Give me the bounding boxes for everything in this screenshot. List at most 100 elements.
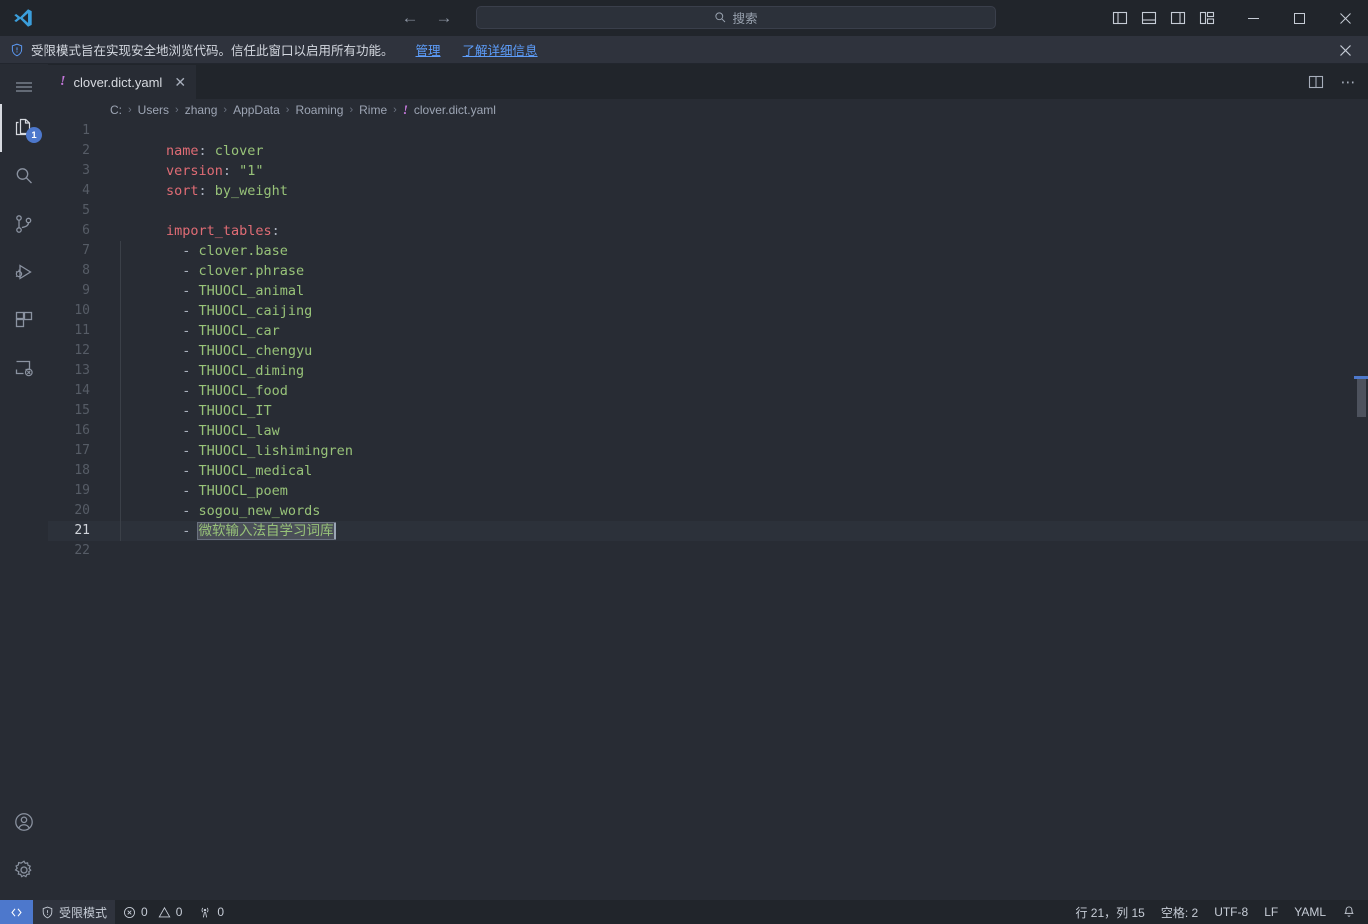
sidebar-item-extensions[interactable]: [0, 296, 48, 344]
forward-button[interactable]: →: [434, 8, 454, 28]
code-editor[interactable]: 1 2name: clover3version: "1"4sort: by_we…: [48, 121, 1368, 900]
code-line[interactable]: 11 - THUOCL_car: [48, 321, 1368, 341]
breadcrumb-item-file[interactable]: clover.dict.yaml: [414, 103, 496, 117]
line-number: 22: [48, 541, 112, 561]
yaml-list-item: THUOCL_caijing: [199, 303, 313, 319]
yaml-list-item: clover.phrase: [199, 263, 305, 279]
toggle-panel-button[interactable]: [1140, 9, 1158, 27]
sidebar-item-run-and-debug[interactable]: [0, 248, 48, 296]
yaml-dash: -: [166, 263, 199, 279]
encoding-status[interactable]: UTF-8: [1206, 900, 1256, 924]
indent-guide: [120, 241, 121, 261]
code-line[interactable]: 16 - THUOCL_law: [48, 421, 1368, 441]
accounts-button[interactable]: [0, 798, 48, 846]
yaml-list-item: clover.base: [199, 243, 288, 259]
breadcrumb-item-2[interactable]: zhang: [185, 103, 218, 117]
indent-guide: [120, 341, 121, 361]
toggle-primary-sidebar-button[interactable]: [1111, 9, 1129, 27]
vscode-logo-icon: [0, 7, 46, 29]
problems-status[interactable]: 0 0: [115, 900, 190, 924]
code-line[interactable]: 19 - THUOCL_poem: [48, 481, 1368, 501]
error-icon: [123, 906, 136, 919]
breadcrumb-item-1[interactable]: Users: [138, 103, 169, 117]
code-line[interactable]: 3version: "1": [48, 161, 1368, 181]
banner-learn-more-link[interactable]: 了解详细信息: [463, 40, 538, 59]
breadcrumb-item-0[interactable]: C:: [110, 103, 122, 117]
code-line[interactable]: 20 - sogou_new_words: [48, 501, 1368, 521]
window-close-button[interactable]: [1322, 0, 1368, 36]
indent-guide: [120, 481, 121, 501]
code-line[interactable]: 22: [48, 541, 1368, 561]
window-maximize-button[interactable]: [1276, 0, 1322, 36]
breadcrumb-item-3[interactable]: AppData: [233, 103, 280, 117]
hamburger-menu-icon[interactable]: [0, 70, 48, 104]
code-line[interactable]: 6import_tables:: [48, 221, 1368, 241]
line-number: 6: [48, 221, 112, 241]
split-editor-icon[interactable]: [1302, 68, 1330, 96]
editor-scrollbar[interactable]: [1354, 121, 1368, 900]
line-content: - THUOCL_medical: [112, 461, 312, 481]
language-mode-status[interactable]: YAML: [1286, 900, 1334, 924]
code-line[interactable]: 8 - clover.phrase: [48, 261, 1368, 281]
sidebar-item-remote-explorer[interactable]: [0, 344, 48, 392]
code-line[interactable]: 5: [48, 201, 1368, 221]
code-line[interactable]: 14 - THUOCL_food: [48, 381, 1368, 401]
line-content: - 微软输入法自学习词库: [112, 521, 334, 541]
code-line[interactable]: 13 - THUOCL_diming: [48, 361, 1368, 381]
banner-manage-link[interactable]: 管理: [416, 40, 441, 59]
line-number: 1: [48, 121, 112, 141]
notifications-bell-icon[interactable]: [1334, 900, 1368, 924]
breadcrumb-separator: ›: [175, 104, 179, 116]
editor-actions: ⋯: [1302, 64, 1362, 99]
yaml-value: "1": [239, 163, 263, 179]
manage-settings-button[interactable]: [0, 846, 48, 894]
sidebar-item-search[interactable]: [0, 152, 48, 200]
indent-guide: [120, 441, 121, 461]
code-line[interactable]: 21 - 微软输入法自学习词库: [48, 521, 1368, 541]
breadcrumb-separator: ›: [223, 104, 227, 116]
code-line[interactable]: 18 - THUOCL_medical: [48, 461, 1368, 481]
ports-status[interactable]: 0: [190, 900, 232, 924]
banner-close-button[interactable]: [1332, 36, 1358, 64]
code-line[interactable]: 10 - THUOCL_caijing: [48, 301, 1368, 321]
customize-layout-button[interactable]: [1198, 9, 1216, 27]
breadcrumb-item-4[interactable]: Roaming: [295, 103, 343, 117]
indentation-status[interactable]: 空格: 2: [1153, 900, 1206, 924]
code-line[interactable]: 15 - THUOCL_IT: [48, 401, 1368, 421]
breadcrumb-separator: ›: [286, 104, 290, 116]
code-line[interactable]: 12 - THUOCL_chengyu: [48, 341, 1368, 361]
warning-icon: [158, 906, 171, 919]
command-center-search[interactable]: 搜索: [476, 6, 996, 29]
window-minimize-button[interactable]: [1230, 0, 1276, 36]
shield-icon: [10, 43, 24, 57]
sidebar-item-explorer[interactable]: 1: [0, 104, 48, 152]
workspace-trust-status[interactable]: 受限模式: [33, 900, 115, 924]
tab-clover-dict-yaml[interactable]: ! clover.dict.yaml ✕: [48, 64, 197, 99]
remote-indicator[interactable]: [0, 900, 33, 924]
line-content: [112, 541, 174, 561]
toggle-secondary-sidebar-button[interactable]: [1169, 9, 1187, 27]
search-placeholder-text: 搜索: [732, 8, 757, 27]
code-line[interactable]: 1: [48, 121, 1368, 141]
indent-guide: [120, 261, 121, 281]
breadcrumb-item-5[interactable]: Rime: [359, 103, 387, 117]
scrollbar-thumb[interactable]: [1357, 379, 1366, 417]
eol-status[interactable]: LF: [1256, 900, 1286, 924]
code-line[interactable]: 2name: clover: [48, 141, 1368, 161]
more-actions-icon[interactable]: ⋯: [1334, 68, 1362, 96]
back-button[interactable]: ←: [400, 8, 420, 28]
sidebar-item-source-control[interactable]: [0, 200, 48, 248]
line-content: - THUOCL_chengyu: [112, 341, 312, 361]
cursor-position-status[interactable]: 行 21，列 15: [1067, 900, 1152, 924]
code-line[interactable]: 4sort: by_weight: [48, 181, 1368, 201]
indent-guide: [120, 401, 121, 421]
yaml-dash: -: [166, 363, 199, 379]
line-content: - THUOCL_IT: [112, 401, 272, 421]
code-line[interactable]: 9 - THUOCL_animal: [48, 281, 1368, 301]
indent-guide: [120, 421, 121, 441]
code-line[interactable]: 7 - clover.base: [48, 241, 1368, 261]
yaml-dash: -: [166, 243, 199, 259]
tab-close-icon[interactable]: ✕: [174, 75, 186, 89]
yaml-key: name: [166, 143, 199, 159]
code-line[interactable]: 17 - THUOCL_lishimingren: [48, 441, 1368, 461]
